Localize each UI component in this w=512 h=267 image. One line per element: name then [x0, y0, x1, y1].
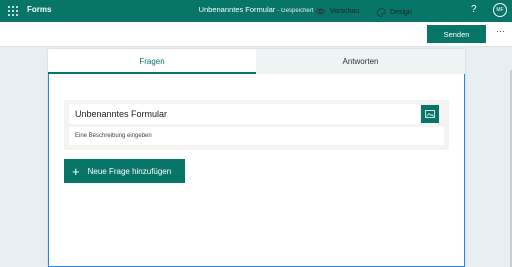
tab-bar: Fragen Antworten [48, 49, 465, 74]
more-options-icon[interactable]: ··· [496, 26, 505, 36]
tab-questions-label: Fragen [139, 57, 165, 66]
preview-label: Vorschau [330, 8, 360, 15]
help-icon[interactable]: ? [471, 4, 477, 15]
design-button[interactable]: Design [377, 8, 412, 17]
tab-questions[interactable]: Fragen [48, 49, 256, 74]
app-bar: Forms Unbenanntes Formular - Gespeichert… [0, 0, 512, 22]
plus-icon: + [72, 163, 80, 179]
form-title-label: Unbenanntes Formular [198, 5, 276, 14]
form-card: Fragen Antworten Unbenanntes Formular Ei… [48, 49, 465, 267]
send-button[interactable]: Senden [427, 25, 486, 43]
palette-icon [377, 8, 386, 17]
save-status: - Gespeichert [277, 8, 314, 14]
tab-responses-label: Antworten [342, 57, 379, 66]
form-description-input[interactable]: Eine Beschreibung eingeben [69, 127, 444, 145]
add-question-button[interactable]: + Neue Frage hinzufügen [64, 159, 185, 183]
add-question-label: Neue Frage hinzufügen [87, 166, 172, 176]
avatar[interactable]: MF [493, 3, 507, 17]
image-icon [425, 110, 435, 118]
preview-button[interactable]: Vorschau [315, 8, 359, 15]
tab-responses[interactable]: Antworten [256, 49, 465, 74]
form-editor: Unbenanntes Formular Eine Beschreibung e… [48, 74, 465, 267]
document-title: Unbenanntes Formular - Gespeichert [0, 5, 512, 14]
form-title-input[interactable]: Unbenanntes Formular [69, 104, 420, 124]
form-header-section: Unbenanntes Formular Eine Beschreibung e… [64, 100, 449, 150]
design-label: Design [390, 9, 412, 16]
eye-icon [315, 8, 326, 15]
insert-image-button[interactable] [421, 105, 439, 123]
